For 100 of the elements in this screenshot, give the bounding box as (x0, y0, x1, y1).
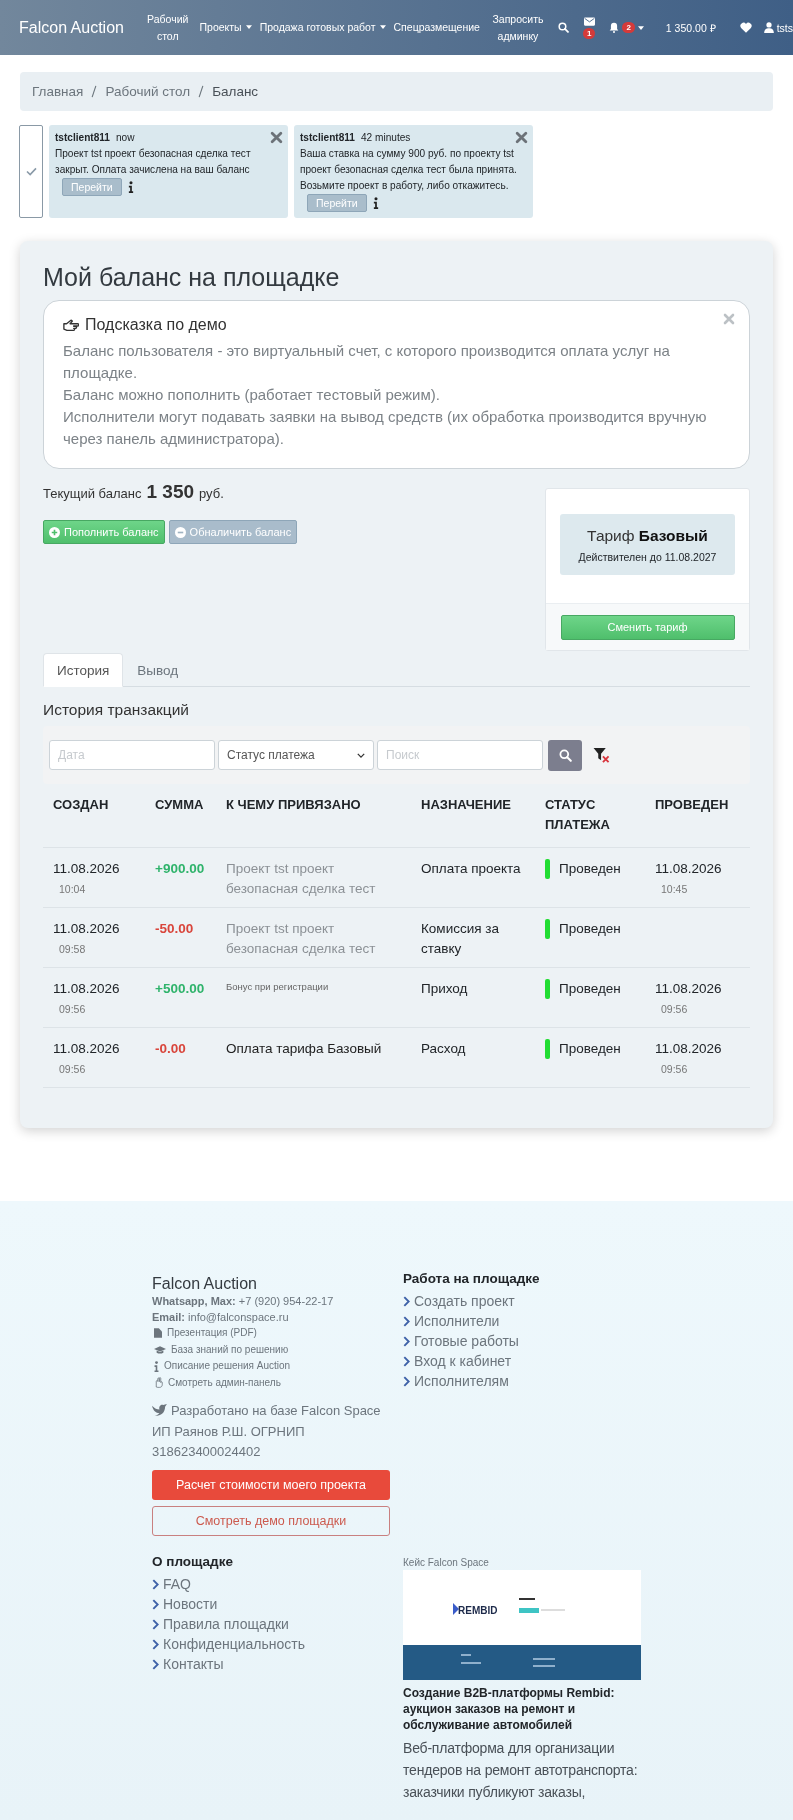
footer-link[interactable]: Правила площадки (163, 1614, 289, 1634)
company-text: ИП Раянов Р.Ш. ОГРНИП 318623400024402 (152, 1423, 306, 1461)
footer-link[interactable]: Контакты (163, 1654, 224, 1674)
footer-brand: Falcon Auction (152, 1275, 258, 1293)
project-link[interactable]: Проект tst проект безопасная сделка тест (226, 859, 401, 899)
column-header: К ЧЕМУ ПРИВЯЗАНО (216, 784, 411, 848)
date-field[interactable]: Дата (49, 740, 215, 770)
cost-estimate-button[interactable]: Расчет стоимости моего проекта (152, 1470, 390, 1500)
search-button[interactable] (548, 739, 582, 771)
table-cell-text: Проведен (559, 860, 621, 878)
cell-date: 11.08.2026 (53, 981, 120, 996)
caret-icon (637, 25, 644, 30)
nav-link[interactable]: Продажа готовых работ (255, 15, 390, 40)
graduation-cap-icon (154, 1345, 166, 1354)
case-title[interactable]: Создание B2B-платформы Rembid: аукцион заказов на ремонт и обслуживание автомобилей (403, 1685, 645, 1733)
status-select[interactable]: Статус платежа (218, 740, 374, 770)
amount-cell: -50.00 (155, 921, 194, 936)
caret-icon (379, 25, 386, 30)
hint-title: Подсказка по демо (85, 316, 227, 334)
cell-time: 10:04 (59, 882, 87, 897)
chevron-icon (403, 1295, 410, 1307)
user-link[interactable]: tsts (776, 21, 793, 34)
footer-link[interactable]: Вход к кабинет (414, 1351, 512, 1371)
resource-link[interactable]: Описание решения Auction (164, 1358, 291, 1375)
project-link[interactable]: Проект tst проект безопасная сделка тест (226, 919, 401, 959)
powered-by-text: Разработано на базе Falcon Space (171, 1403, 381, 1418)
page-title: Мой баланс на площадке (43, 263, 341, 292)
count-badge: 2 (622, 22, 635, 33)
plus-icon (49, 526, 60, 538)
bell-icon (609, 22, 620, 33)
info-icon (372, 197, 379, 209)
close-icon[interactable] (515, 131, 528, 144)
notification-text: Проект tst проект безопасная сделка тест закрыт. Оплата зачислена на ваш баланс (55, 147, 252, 177)
table-cell: Приход (421, 981, 468, 996)
footer-link[interactable]: FAQ (163, 1574, 191, 1594)
clear-filter-icon[interactable] (593, 747, 611, 763)
footer-link[interactable]: Готовые работы (414, 1331, 519, 1351)
hand-icon (154, 1377, 163, 1389)
search-field[interactable]: Поиск (377, 740, 543, 770)
check-icon (25, 167, 37, 176)
cell-time: 09:56 (661, 1062, 689, 1077)
footer-link[interactable]: Новости (163, 1594, 218, 1614)
case-thumbnail[interactable]: REMBID (403, 1570, 641, 1680)
cell-date: 11.08.2026 (655, 861, 722, 876)
case-label: Кейс Falcon Space (403, 1557, 490, 1568)
tab[interactable]: История (43, 653, 124, 687)
breadcrumb-link[interactable]: Главная (32, 84, 84, 99)
breadcrumb-link[interactable]: Рабочий стол (105, 84, 191, 99)
select-all-button[interactable] (19, 125, 43, 218)
close-icon[interactable] (270, 131, 283, 144)
table-cell: Комиссия за ставку (421, 921, 499, 956)
table-cell-text: Оплата тарифа Базовый (226, 1040, 383, 1058)
chevron-icon (403, 1375, 410, 1387)
cell-date: 11.08.2026 (53, 861, 120, 876)
breadcrumb-current: Баланс (212, 84, 259, 99)
footer-link[interactable]: Исполнителям (414, 1371, 509, 1391)
table-cell-text: Проведен (559, 980, 621, 998)
status-bar (545, 979, 550, 999)
balance-amount: 1 350 (146, 481, 195, 503)
nav-link[interactable]: Запросить админку (483, 6, 552, 49)
notification-user: tstclient811 (300, 131, 355, 145)
search-icon (558, 748, 572, 762)
site-logo[interactable]: Falcon Auction (19, 18, 124, 37)
table-cell-text: Проведен (559, 920, 621, 938)
notification-time: 42 minutes (361, 131, 411, 145)
resource-link[interactable]: База знаний по решению (171, 1341, 289, 1358)
table-cell-text: Бонус при регистрации (226, 980, 330, 994)
chevron-icon (403, 1355, 410, 1367)
cell-time: 09:58 (59, 942, 87, 957)
user-icon (763, 22, 774, 33)
mail-icon (583, 16, 595, 26)
nav-link[interactable]: Проекты (195, 15, 256, 40)
breadcrumb-separator-icon (198, 85, 205, 98)
nav-link[interactable]: Спецразмещение (389, 15, 484, 40)
resource-link[interactable]: Смотреть админ-панель (168, 1374, 281, 1391)
column-header: ПРОВЕДЕН (645, 784, 750, 848)
table-cell: Оплата проекта (421, 861, 521, 876)
status-bar (545, 919, 550, 939)
search-icon (557, 22, 569, 33)
chevron-down-icon (357, 752, 365, 758)
file-icon (154, 1328, 162, 1339)
tariff-validity: Действителен до 11.08.2027 (578, 550, 717, 563)
bird-icon (152, 1404, 167, 1417)
demo-button[interactable]: Смотреть демо площадки (152, 1506, 390, 1536)
chevron-icon (152, 1598, 159, 1610)
nav-link[interactable]: Рабочий стол (139, 6, 196, 49)
footer-link[interactable]: Конфиденциальность (163, 1634, 305, 1654)
amount-cell: -0.00 (155, 1041, 186, 1056)
chevron-icon (152, 1638, 159, 1650)
status-bar (545, 1039, 550, 1059)
pointing-hand-icon (63, 318, 79, 332)
footer-link[interactable]: Создать проект (414, 1291, 515, 1311)
column-header: СТАТУС ПЛАТЕЖА (535, 784, 645, 848)
table-cell-text: Проведен (559, 1040, 621, 1058)
minus-icon (174, 526, 186, 538)
balance-link[interactable]: 1 350.00 ₽ (665, 20, 716, 35)
footer-link[interactable]: Исполнители (414, 1311, 500, 1331)
status-bar (545, 859, 550, 879)
tab[interactable]: Вывод (123, 653, 193, 687)
resource-link[interactable]: Презентация (PDF) (167, 1325, 257, 1342)
